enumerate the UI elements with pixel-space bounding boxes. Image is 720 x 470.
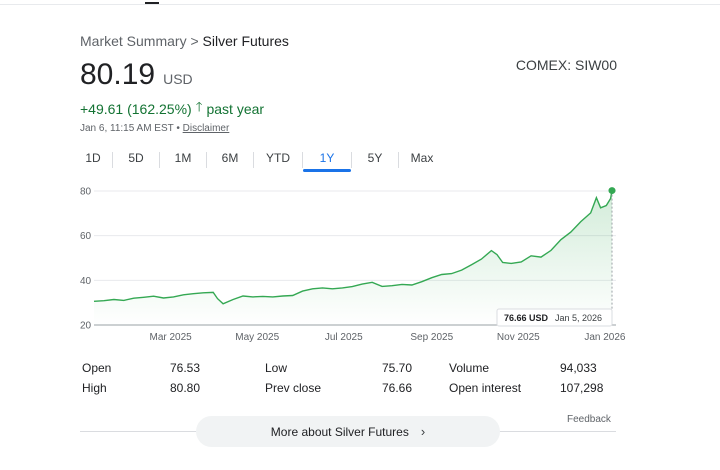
stat-value-high: 80.80: [170, 381, 201, 395]
tab-1d[interactable]: 1D: [74, 148, 112, 172]
x-tick-label: Nov 2025: [497, 332, 540, 343]
tab-indicator-mark: [145, 2, 159, 4]
price-currency: USD: [163, 71, 193, 87]
stat-label-high: High: [82, 381, 107, 395]
breadcrumb-current: Silver Futures: [202, 33, 289, 49]
price-change: +49.61 (162.25%) 🡑 past year: [80, 98, 264, 120]
hover-point: [608, 187, 616, 195]
y-tick-label: 60: [80, 231, 92, 242]
stat-value-low: 75.70: [382, 361, 413, 375]
current-price: 80.19: [80, 58, 156, 91]
top-divider: [0, 4, 720, 5]
x-tick-label: Jan 2026: [584, 332, 626, 343]
change-amount: +49.61 (162.25%): [80, 101, 192, 117]
tab-ytd[interactable]: YTD: [254, 148, 302, 172]
tab-1y[interactable]: 1Y: [303, 148, 351, 172]
y-tick-label: 20: [80, 321, 92, 332]
range-tabs: 1D 5D 1M 6M YTD 1Y 5Y Max: [74, 148, 445, 172]
price-row: 80.19 USD: [80, 58, 193, 92]
quote-timestamp: Jan 6, 11:15 AM EST • Disclaimer: [80, 123, 229, 134]
stat-label-low: Low: [265, 361, 288, 375]
tooltip-date: Jan 5, 2026: [555, 313, 602, 323]
disclaimer-link[interactable]: Disclaimer: [183, 123, 230, 134]
y-tick-label: 40: [80, 276, 92, 287]
stat-label-open: Open: [82, 361, 112, 375]
feedback-link[interactable]: Feedback: [567, 414, 611, 425]
x-tick-label: Mar 2025: [150, 332, 193, 343]
x-tick-label: May 2025: [235, 332, 279, 343]
more-about-button[interactable]: More about Silver Futures ›: [196, 416, 500, 447]
price-area: [94, 190, 612, 325]
tab-5y[interactable]: 5Y: [352, 148, 398, 172]
x-tick-label: Sep 2025: [410, 332, 453, 343]
price-chart[interactable]: 20 40 60 80 Mar 2025 May 2025 Jul 2025 Sep 202…: [0, 178, 720, 356]
tab-6m[interactable]: 6M: [207, 148, 253, 172]
tab-max[interactable]: Max: [399, 148, 445, 172]
tab-5d[interactable]: 5D: [113, 148, 159, 172]
x-tick-label: Jul 2025: [325, 332, 363, 343]
stat-label-volume: Volume: [449, 361, 490, 375]
arrow-up-icon: 🡑: [195, 99, 203, 114]
more-about-label: More about Silver Futures: [270, 424, 409, 439]
y-tick-label: 80: [80, 187, 92, 198]
breadcrumb-parent[interactable]: Market Summary: [80, 33, 187, 49]
hover-tooltip: 76.66 USD Jan 5, 2026: [496, 308, 613, 327]
exchange-symbol: COMEX: SIW00: [515, 57, 617, 73]
stat-value-prev-close: 76.66: [382, 381, 413, 395]
stat-value-open: 76.53: [170, 361, 201, 375]
tooltip-value: 76.66 USD: [504, 313, 549, 323]
stat-value-open-interest: 107,298: [560, 381, 604, 395]
stat-value-volume: 94,033: [560, 361, 597, 375]
tab-1m[interactable]: 1M: [160, 148, 206, 172]
stat-label-open-interest: Open interest: [449, 381, 522, 395]
timestamp-separator: •: [173, 123, 183, 134]
timestamp-text: Jan 6, 11:15 AM EST: [80, 123, 174, 134]
chevron-right-icon: ›: [420, 424, 426, 439]
change-period: past year: [206, 101, 265, 117]
breadcrumb-separator: >: [186, 33, 203, 49]
breadcrumb: Market Summary > Silver Futures: [80, 33, 289, 49]
stat-label-prev-close: Prev close: [265, 381, 322, 395]
